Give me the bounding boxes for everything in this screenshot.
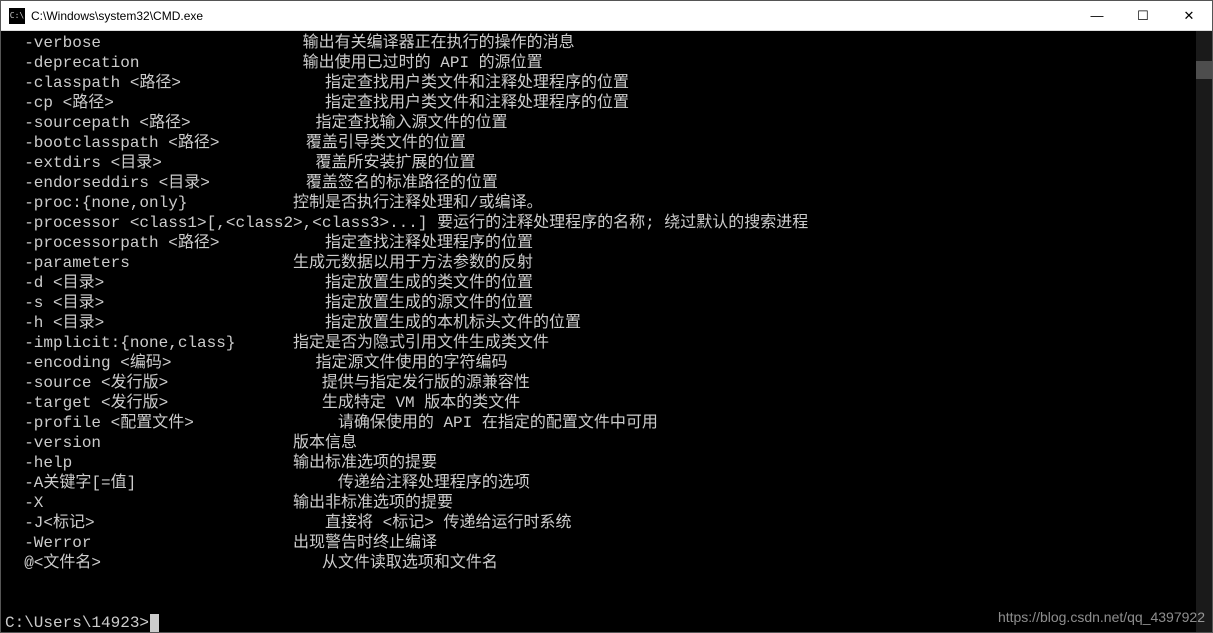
terminal-line: -parameters 生成元数据以用于方法参数的反射	[5, 253, 1196, 273]
terminal-line: -processor <class1>[,<class2>,<class3>..…	[5, 213, 1196, 233]
terminal-line: -cp <路径> 指定查找用户类文件和注释处理程序的位置	[5, 93, 1196, 113]
scrollbar[interactable]	[1196, 31, 1212, 632]
terminal-line: -s <目录> 指定放置生成的源文件的位置	[5, 293, 1196, 313]
terminal-line: -implicit:{none,class} 指定是否为隐式引用文件生成类文件	[5, 333, 1196, 353]
terminal-line: -target <发行版> 生成特定 VM 版本的类文件	[5, 393, 1196, 413]
terminal-line: -help 输出标准选项的提要	[5, 453, 1196, 473]
cmd-window: C:\ C:\Windows\system32\CMD.exe — ☐ ✕ -v…	[0, 0, 1213, 633]
terminal-line: -h <目录> 指定放置生成的本机标头文件的位置	[5, 313, 1196, 333]
titlebar[interactable]: C:\ C:\Windows\system32\CMD.exe — ☐ ✕	[1, 1, 1212, 31]
terminal-line: @<文件名> 从文件读取选项和文件名	[5, 553, 1196, 573]
terminal-line: -Werror 出现警告时终止编译	[5, 533, 1196, 553]
scroll-thumb[interactable]	[1196, 61, 1212, 79]
window-title: C:\Windows\system32\CMD.exe	[31, 9, 1074, 23]
terminal-line: -processorpath <路径> 指定查找注释处理程序的位置	[5, 233, 1196, 253]
cursor	[150, 614, 159, 632]
window-controls: — ☐ ✕	[1074, 1, 1212, 30]
terminal-line: -J<标记> 直接将 <标记> 传递给运行时系统	[5, 513, 1196, 533]
terminal-line: -A关键字[=值] 传递给注释处理程序的选项	[5, 473, 1196, 493]
terminal-line: -bootclasspath <路径> 覆盖引导类文件的位置	[5, 133, 1196, 153]
terminal-area: -verbose 输出有关编译器正在执行的操作的消息 -deprecation …	[1, 31, 1212, 632]
terminal-output[interactable]: -verbose 输出有关编译器正在执行的操作的消息 -deprecation …	[1, 31, 1196, 632]
terminal-line: -profile <配置文件> 请确保使用的 API 在指定的配置文件中可用	[5, 413, 1196, 433]
minimize-button[interactable]: —	[1074, 1, 1120, 30]
terminal-line: -d <目录> 指定放置生成的类文件的位置	[5, 273, 1196, 293]
terminal-line: -encoding <编码> 指定源文件使用的字符编码	[5, 353, 1196, 373]
prompt-line[interactable]: C:\Users\14923>	[5, 613, 1196, 632]
terminal-line: -endorseddirs <目录> 覆盖签名的标准路径的位置	[5, 173, 1196, 193]
terminal-line: -classpath <路径> 指定查找用户类文件和注释处理程序的位置	[5, 73, 1196, 93]
terminal-line: -verbose 输出有关编译器正在执行的操作的消息	[5, 33, 1196, 53]
terminal-line: -deprecation 输出使用已过时的 API 的源位置	[5, 53, 1196, 73]
terminal-line: -source <发行版> 提供与指定发行版的源兼容性	[5, 373, 1196, 393]
terminal-line: -sourcepath <路径> 指定查找输入源文件的位置	[5, 113, 1196, 133]
close-button[interactable]: ✕	[1166, 1, 1212, 30]
maximize-button[interactable]: ☐	[1120, 1, 1166, 30]
terminal-line: -version 版本信息	[5, 433, 1196, 453]
window-icon: C:\	[9, 8, 25, 24]
terminal-line	[5, 573, 1196, 593]
terminal-line: -proc:{none,only} 控制是否执行注释处理和/或编译。	[5, 193, 1196, 213]
terminal-line: -X 输出非标准选项的提要	[5, 493, 1196, 513]
terminal-line: -extdirs <目录> 覆盖所安装扩展的位置	[5, 153, 1196, 173]
